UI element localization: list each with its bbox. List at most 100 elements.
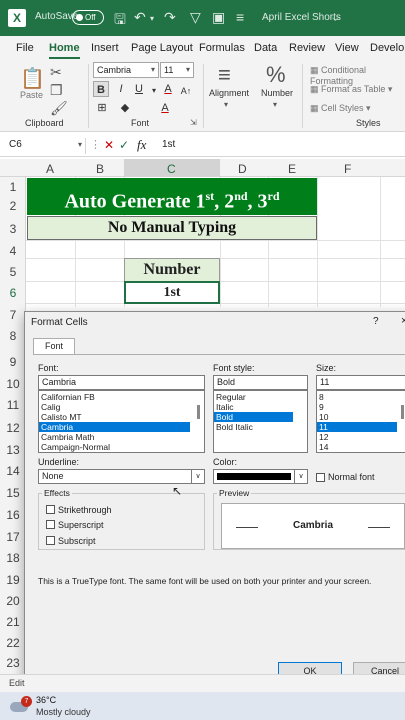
- row-header[interactable]: 18: [0, 551, 26, 565]
- font-color-icon[interactable]: A: [157, 100, 173, 116]
- name-box[interactable]: C6: [6, 138, 86, 154]
- row-header[interactable]: 17: [0, 530, 26, 544]
- list-item[interactable]: 10: [317, 412, 405, 422]
- tab-review[interactable]: Review: [289, 42, 325, 54]
- tab-font[interactable]: Font: [33, 338, 75, 354]
- formula-input[interactable]: 1st: [162, 139, 175, 150]
- tab-file[interactable]: File: [16, 42, 34, 54]
- undo-icon[interactable]: ↶: [134, 9, 146, 26]
- list-item[interactable]: 9: [317, 402, 405, 412]
- row-header[interactable]: 3: [0, 222, 26, 236]
- save-icon[interactable]: 🖫: [114, 9, 126, 33]
- font-color-button[interactable]: A: [160, 81, 176, 97]
- scrollbar[interactable]: [401, 405, 404, 419]
- row-header[interactable]: 1: [0, 180, 26, 194]
- tab-view[interactable]: View: [335, 42, 359, 54]
- row-header[interactable]: 4: [0, 244, 26, 258]
- autosave-toggle[interactable]: Off: [72, 10, 104, 25]
- number-dropdown-icon[interactable]: ▾: [273, 100, 277, 109]
- list-item-selected[interactable]: Bold: [214, 412, 293, 422]
- list-item[interactable]: Italic: [214, 402, 307, 412]
- tab-formulas[interactable]: Formulas: [199, 42, 245, 54]
- tab-developer[interactable]: Develop: [370, 42, 405, 54]
- row-header[interactable]: 10: [0, 377, 26, 391]
- font-style-input[interactable]: Bold: [213, 375, 308, 390]
- bold-button[interactable]: B: [93, 81, 109, 97]
- font-name-select[interactable]: Cambria ▾: [93, 62, 159, 78]
- increase-font-icon[interactable]: A↑: [178, 83, 194, 99]
- cell-styles-button[interactable]: ▦ Cell Styles ▾: [310, 103, 371, 114]
- underline-select[interactable]: None ∨: [38, 469, 205, 484]
- close-icon[interactable]: ×: [401, 315, 405, 327]
- insert-function-icon[interactable]: fx: [137, 137, 146, 153]
- cut-icon[interactable]: ✂: [50, 64, 62, 81]
- font-dialog-launcher-icon[interactable]: ⇲: [190, 118, 197, 127]
- column-header-b[interactable]: B: [96, 162, 104, 176]
- normal-font-checkbox[interactable]: [316, 473, 325, 482]
- font-list[interactable]: Californian FB Calig Calisto MT Cambria …: [38, 390, 205, 453]
- list-item-selected[interactable]: Cambria: [39, 422, 190, 432]
- number-button-label[interactable]: Number: [261, 88, 293, 98]
- title-dropdown-icon[interactable]: ⌵: [332, 13, 339, 24]
- font-input[interactable]: Cambria: [38, 375, 205, 390]
- column-header-d[interactable]: D: [238, 162, 247, 176]
- row-header[interactable]: 16: [0, 508, 26, 522]
- paste-icon[interactable]: 📋: [20, 66, 45, 91]
- row-header[interactable]: 12: [0, 421, 26, 435]
- copy-icon[interactable]: ❐: [50, 82, 63, 99]
- list-item-selected[interactable]: 11: [317, 422, 397, 432]
- tab-home[interactable]: Home: [49, 42, 80, 59]
- borders-icon[interactable]: ⊞: [94, 100, 110, 116]
- row-header[interactable]: 15: [0, 486, 26, 500]
- fill-color-icon[interactable]: ◆: [117, 100, 133, 116]
- row-header[interactable]: 7: [0, 308, 26, 322]
- size-input[interactable]: 11: [316, 375, 405, 390]
- list-item[interactable]: Campaign-Normal: [39, 442, 204, 452]
- row-header[interactable]: 8: [0, 329, 26, 343]
- tab-data[interactable]: Data: [254, 42, 277, 54]
- scrollbar[interactable]: [197, 405, 200, 419]
- tab-insert[interactable]: Insert: [91, 42, 119, 54]
- row-header[interactable]: 19: [0, 573, 26, 587]
- row-header[interactable]: 21: [0, 615, 26, 629]
- row-header[interactable]: 9: [0, 355, 26, 369]
- confirm-entry-icon[interactable]: ✓: [119, 138, 129, 152]
- name-box-dropdown-icon[interactable]: ▾: [78, 140, 82, 149]
- number-header-cell[interactable]: Number: [124, 258, 220, 282]
- list-item[interactable]: Calig: [39, 402, 204, 412]
- superscript-checkbox[interactable]: [46, 520, 55, 529]
- color-select[interactable]: ∨: [213, 469, 308, 484]
- conditional-formatting-button[interactable]: ▦ Conditional Formatting: [310, 65, 405, 86]
- list-item[interactable]: Regular: [214, 392, 307, 402]
- font-size-select[interactable]: 11 ▾: [160, 62, 194, 78]
- redo-icon[interactable]: ↷: [164, 9, 176, 26]
- row-header[interactable]: 2: [0, 199, 26, 213]
- row-header[interactable]: 6: [0, 286, 26, 300]
- list-item[interactable]: 14: [317, 442, 405, 452]
- list-item[interactable]: Calisto MT: [39, 412, 204, 422]
- format-as-table-button[interactable]: ▦ Format as Table ▾: [310, 84, 392, 95]
- column-header-e[interactable]: E: [288, 162, 296, 176]
- cancel-entry-icon[interactable]: ✕: [104, 138, 114, 152]
- format-painter-icon[interactable]: 🖌: [50, 100, 68, 117]
- row-header[interactable]: 20: [0, 594, 26, 608]
- alignment-button-label[interactable]: Alignment: [209, 88, 249, 98]
- column-header-c[interactable]: C: [167, 162, 176, 176]
- alignment-dropdown-icon[interactable]: ▾: [224, 100, 228, 109]
- row-header[interactable]: 5: [0, 265, 26, 279]
- camera-icon[interactable]: ▣: [212, 9, 225, 26]
- active-cell-c6[interactable]: 1st: [124, 281, 220, 304]
- strikethrough-checkbox[interactable]: [46, 505, 55, 514]
- row-header[interactable]: 23: [0, 656, 26, 670]
- italic-button[interactable]: I: [113, 81, 129, 97]
- size-list[interactable]: 8 9 10 11 12 14: [316, 390, 405, 453]
- row-header[interactable]: 22: [0, 636, 26, 650]
- list-item[interactable]: Californian FB: [39, 392, 204, 402]
- help-button[interactable]: ?: [373, 316, 379, 327]
- alignment-icon[interactable]: ≡: [218, 62, 231, 88]
- weather-widget[interactable]: 7: [10, 696, 32, 712]
- list-item[interactable]: Cambria Math: [39, 432, 204, 442]
- filter-icon[interactable]: ▽: [190, 9, 201, 26]
- column-header-f[interactable]: F: [344, 162, 351, 176]
- font-style-list[interactable]: Regular Italic Bold Bold Italic: [213, 390, 308, 453]
